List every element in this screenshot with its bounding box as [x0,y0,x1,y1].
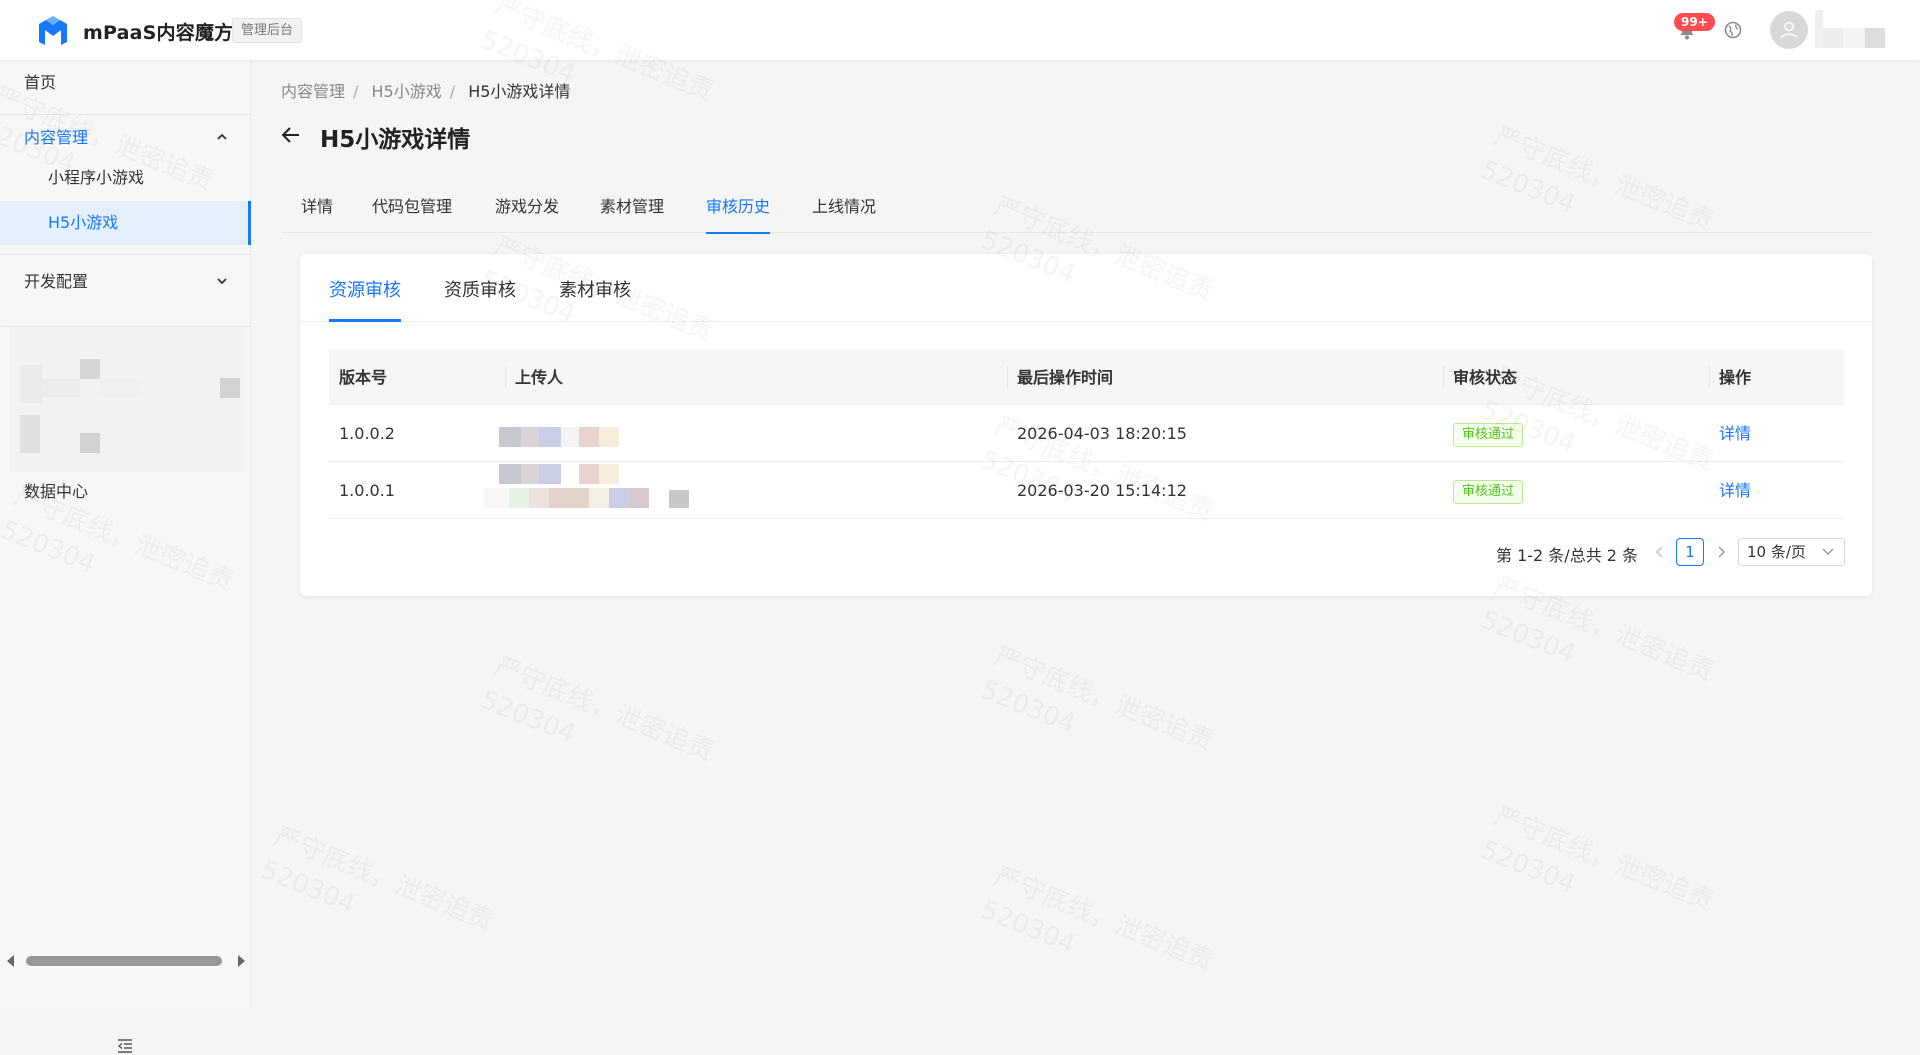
pagination-total: 第 1-2 条/总共 2 条 [1496,546,1639,565]
breadcrumb: 内容管理 / H5小游戏 / H5小游戏详情 [281,82,571,101]
last-operation-time-cell: 2026-03-20 15:14:12 [1017,481,1187,500]
top-header: mPaaS内容魔方 管理后台 99+ [0,0,1920,61]
breadcrumb-item[interactable]: 内容管理 [281,82,345,101]
watermark: 严守底线，泄密追责 520304 [475,649,719,804]
column-header-last-operation-time: 最后操作时间 [1017,368,1114,387]
tab-review-history[interactable]: 审核历史 [706,192,771,234]
sidebar-item-label: 开发配置 [24,272,89,291]
chevron-right-icon[interactable] [1713,544,1729,560]
sidebar-item-data-center[interactable]: 数据中心 [0,470,251,514]
collapse-menu-icon[interactable] [116,1037,134,1055]
column-divider [1709,366,1710,388]
column-header-version: 版本号 [339,368,388,387]
review-subtabs: 资源审核 资质审核 素材审核 [300,254,1872,322]
detail-tabs: 详情 代码包管理 游戏分发 素材管理 审核历史 上线情况 [282,192,1872,234]
details-link[interactable]: 详情 [1719,462,1751,519]
breadcrumb-item[interactable]: H5小游戏 [372,82,442,101]
sidebar: 首页 内容管理 小程序小游戏 H5小游戏 开发配置 数据中心 [0,61,251,1053]
sidebar-divider [0,254,251,255]
sidebar-item-label: H5小游戏 [48,213,119,232]
column-header-actions: 操作 [1719,368,1752,387]
sidebar-item-home[interactable]: 首页 [0,61,251,105]
page-size-value: 10 条/页 [1747,543,1806,561]
table-row: 1.0.0.2 2026-04-03 18:20:15 审核通过 详情 [329,405,1844,462]
back-arrow-icon[interactable] [280,124,302,146]
sidebar-item-label: 数据中心 [24,482,89,501]
chevron-left-icon[interactable] [1652,544,1668,560]
column-header-uploader: 上传人 [515,368,564,387]
review-table: 版本号 上传人 最后操作时间 审核状态 操作 1.0.0.2 2026-04-0… [329,350,1844,519]
user-avatar[interactable] [1770,11,1808,49]
last-operation-time-cell: 2026-04-03 18:20:15 [1017,424,1187,443]
sidebar-item-label: 内容管理 [24,128,89,147]
sidebar-item-label: 小程序小游戏 [48,168,145,187]
sidebar-item-label: 首页 [24,73,57,92]
column-header-review-status: 审核状态 [1453,368,1518,387]
review-card: 资源审核 资质审核 素材审核 版本号 上传人 最后操作时间 审核状态 操作 1.… [300,254,1872,596]
status-badge: 审核通过 [1453,480,1524,504]
version-cell: 1.0.0.1 [339,481,395,500]
sidebar-item-h5-games[interactable]: H5小游戏 [0,201,251,245]
page-size-select[interactable]: 10 条/页 [1738,538,1845,566]
pagination: 第 1-2 条/总共 2 条 1 10 条/页 [300,538,1872,568]
horizontal-scrollbar[interactable] [6,953,246,969]
logo-icon[interactable] [37,16,69,46]
tab-details[interactable]: 详情 [301,192,333,233]
notification-badge: 99+ [1674,13,1715,31]
sidebar-item-miniprogram-games[interactable]: 小程序小游戏 [0,156,251,200]
version-cell: 1.0.0.2 [339,424,395,443]
watermark: 严守底线，泄密追责 520304 [255,819,499,974]
details-link[interactable]: 详情 [1719,405,1751,462]
subtab-material-review[interactable]: 素材审核 [559,276,631,322]
uploader-redacted [484,464,689,508]
watermark: 严守底线，泄密追责 520304 [975,639,1219,794]
status-badge: 审核通过 [1453,423,1524,447]
tab-package-management[interactable]: 代码包管理 [372,192,452,233]
chevron-down-icon [1822,548,1834,555]
sidebar-item-dev-config[interactable]: 开发配置 [0,260,251,304]
watermark: 严守底线，泄密追责 520304 [1475,799,1719,954]
watermark: 严守底线，泄密追责 520304 [975,859,1219,1014]
user-avatar-icon [1780,21,1798,39]
table-row: 1.0.0.1 2026-03-20 15:14:12 审核通过 详情 [329,462,1844,519]
app-title: mPaaS内容魔方 [83,22,234,44]
redacted-menu-items[interactable] [10,327,245,472]
breadcrumb-current: H5小游戏详情 [468,82,571,101]
chevron-down-icon [217,278,227,285]
uploader-redacted [499,427,619,447]
tab-online-status[interactable]: 上线情况 [812,192,876,233]
chevron-up-icon [217,133,227,140]
tab-game-distribution[interactable]: 游戏分发 [495,192,559,233]
sidebar-item-content-management[interactable]: 内容管理 [0,116,251,160]
subtab-resource-review[interactable]: 资源审核 [329,276,401,322]
page-title: H5小游戏详情 [320,127,471,153]
column-divider [1443,366,1444,388]
sidebar-divider [0,114,251,115]
table-header: 版本号 上传人 最后操作时间 审核状态 操作 [329,350,1844,405]
admin-tag: 管理后台 [232,18,303,43]
username-redacted[interactable] [1815,10,1885,48]
page-number-button[interactable]: 1 [1676,538,1704,566]
column-divider [505,366,506,388]
subtab-qualification-review[interactable]: 资质审核 [444,276,516,322]
tab-material-management[interactable]: 素材管理 [600,192,664,233]
globe-icon[interactable] [1724,21,1742,39]
column-divider [1007,366,1008,388]
